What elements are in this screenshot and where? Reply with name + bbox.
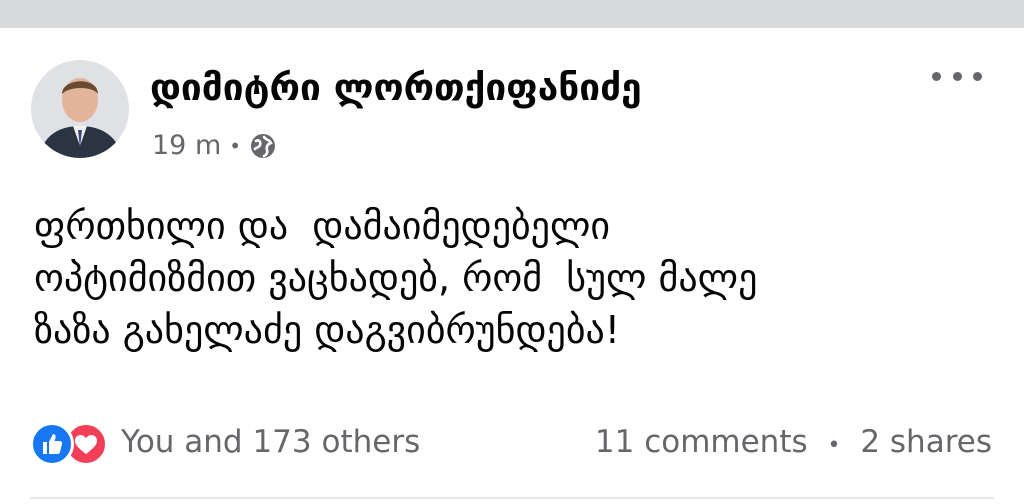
post-stats: 11 comments • 2 shares	[595, 424, 992, 460]
post-timestamp[interactable]: 19 m	[152, 130, 221, 161]
reactions-summary[interactable]	[30, 420, 110, 466]
status-bar-area	[0, 0, 1024, 28]
meta-separator: •	[229, 133, 242, 158]
post-text-line: ზაზა გახელაძე დაგვიბრუნდება!	[34, 308, 621, 352]
post-meta: 19 m •	[152, 130, 277, 161]
reactions-text[interactable]: You and 173 others	[121, 424, 420, 460]
globe-icon[interactable]	[249, 132, 277, 160]
avatar-image	[31, 60, 129, 158]
more-options-button[interactable]	[932, 64, 982, 88]
post-text-line: ფრთხილი და დამაიმედებელი	[34, 204, 611, 248]
post-text-line: ოპტიმიზმით ვაცხადებ, რომ სულ მალე	[34, 256, 758, 300]
more-dot-icon	[973, 71, 982, 81]
stats-separator: •	[827, 433, 841, 458]
author-avatar[interactable]	[31, 60, 129, 158]
shares-count[interactable]: 2 shares	[860, 424, 992, 460]
author-name[interactable]: დიმიტრი ლორთქიფანიძე	[150, 66, 642, 109]
more-dot-icon	[932, 71, 941, 81]
divider	[30, 497, 994, 499]
more-dot-icon	[952, 71, 962, 81]
like-reaction-icon	[30, 422, 74, 466]
comments-count[interactable]: 11 comments	[595, 424, 808, 460]
post-text: ფრთხილი და დამაიმედებელი ოპტიმიზმით ვაცხ…	[34, 200, 994, 356]
